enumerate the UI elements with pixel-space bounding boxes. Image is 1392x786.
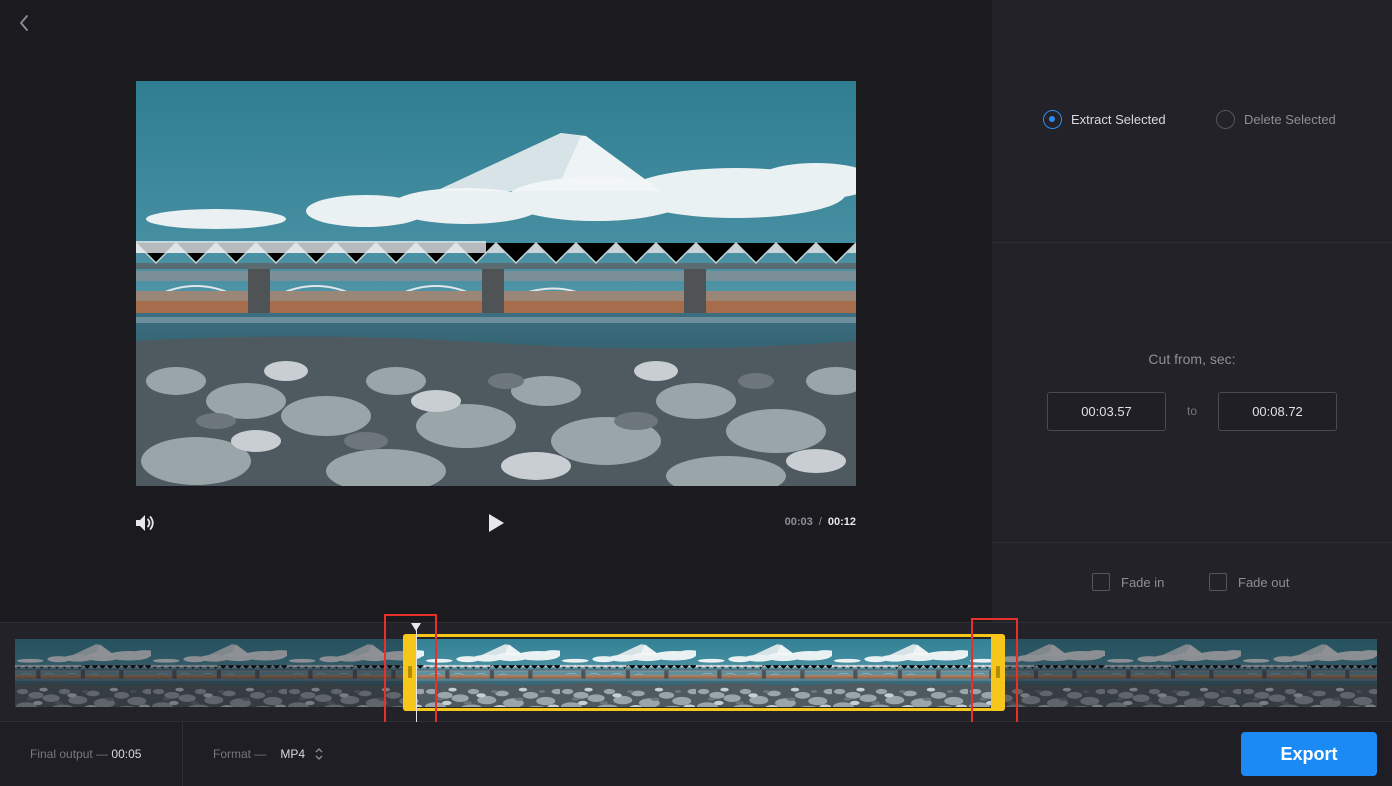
time-readout: 00:03 / 00:12 <box>700 516 856 528</box>
play-button[interactable] <box>484 511 508 535</box>
fade-in-checkbox[interactable]: Fade in <box>1092 573 1164 591</box>
cut-end-input[interactable] <box>1218 392 1337 431</box>
final-output-label: Final output — <box>30 747 109 761</box>
annotation-highlight-left <box>384 614 437 735</box>
fade-section: Fade in Fade out <box>992 543 1392 622</box>
delete-selected-radio[interactable]: Delete Selected <box>1216 110 1336 129</box>
cut-to-label: to <box>1186 404 1197 418</box>
cut-from-title: Cut from, sec: <box>1148 351 1236 367</box>
volume-button[interactable] <box>133 511 157 535</box>
unselected-region-left <box>15 639 403 707</box>
format-label: Format — <box>213 747 267 761</box>
cut-start-input[interactable] <box>1047 392 1166 431</box>
volume-icon <box>136 515 154 531</box>
radio-unchecked-icon <box>1216 110 1235 129</box>
time-separator: / <box>818 516 822 528</box>
video-preview[interactable] <box>136 81 856 486</box>
preview-pane: 00:03 / 00:12 <box>0 0 992 622</box>
format-value: MP4 <box>280 747 306 761</box>
fade-out-label: Fade out <box>1238 574 1290 590</box>
radio-checked-icon <box>1043 110 1062 129</box>
final-output-value: 00:05 <box>111 747 142 761</box>
footer-bar: Final output — 00:05 Format — MP4 Export <box>0 722 1392 786</box>
video-frame <box>136 81 856 486</box>
footer-divider <box>182 722 183 786</box>
fade-in-label: Fade in <box>1121 574 1165 590</box>
selection-range[interactable] <box>403 634 1005 711</box>
final-output: Final output — 00:05 <box>30 747 141 761</box>
cut-range-section: Cut from, sec: to <box>992 243 1392 543</box>
up-down-arrows-icon <box>315 747 323 761</box>
delete-selected-label: Delete Selected <box>1244 112 1336 127</box>
video-cutter-app: 00:03 / 00:12 Extract Selected Delete Sele… <box>0 0 1392 786</box>
annotation-highlight-right <box>971 618 1018 736</box>
mode-section: Extract Selected Delete Selected <box>992 0 1392 243</box>
checkbox-icon <box>1209 573 1227 591</box>
extract-selected-radio[interactable]: Extract Selected <box>1043 110 1166 129</box>
export-button[interactable]: Export <box>1241 732 1377 776</box>
settings-panel: Extract Selected Delete Selected Cut fro… <box>992 0 1392 622</box>
extract-selected-label: Extract Selected <box>1071 112 1166 127</box>
current-time: 00:03 <box>784 516 813 528</box>
unselected-region-right <box>1005 639 1377 707</box>
play-icon <box>489 514 504 532</box>
back-button[interactable] <box>12 10 36 36</box>
timeline[interactable] <box>0 622 1392 723</box>
checkbox-icon <box>1092 573 1110 591</box>
format-select[interactable]: Format — MP4 <box>213 747 323 761</box>
chevron-left-icon <box>20 15 28 31</box>
fade-out-checkbox[interactable]: Fade out <box>1209 573 1289 591</box>
total-duration: 00:12 <box>827 516 856 528</box>
